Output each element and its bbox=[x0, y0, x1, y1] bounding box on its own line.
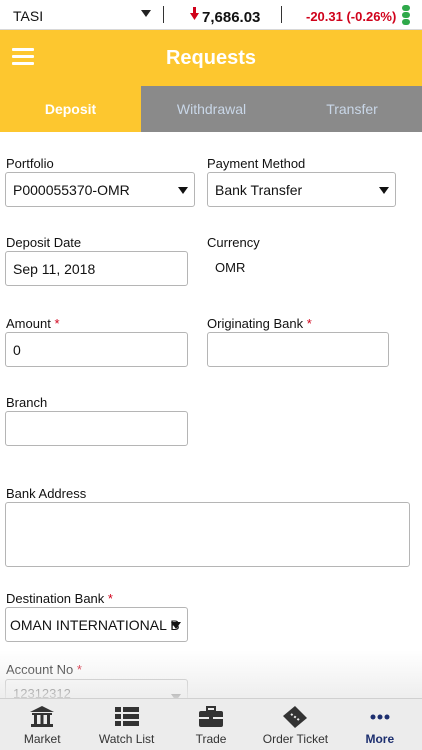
index-change: -20.31 (-0.26%) bbox=[306, 9, 397, 24]
nav-order-ticket-label: Order Ticket bbox=[262, 732, 329, 746]
nav-trade[interactable]: Trade bbox=[169, 699, 253, 750]
tab-withdrawal[interactable]: Withdrawal bbox=[141, 86, 282, 132]
destination-bank-label-text: Destination Bank bbox=[6, 591, 105, 606]
nav-trade-label: Trade bbox=[195, 732, 227, 746]
required-mark: * bbox=[107, 591, 113, 606]
amount-label: Amount * bbox=[6, 316, 60, 331]
ticket-icon bbox=[283, 706, 308, 728]
request-type-tabs: Deposit Withdrawal Transfer bbox=[0, 86, 422, 132]
required-mark: * bbox=[306, 316, 312, 331]
destination-bank-label: Destination Bank * bbox=[6, 591, 113, 606]
required-mark: * bbox=[76, 662, 82, 677]
nav-market[interactable]: Market bbox=[0, 699, 84, 750]
nav-order-ticket[interactable]: Order Ticket bbox=[253, 699, 337, 750]
deposit-date-label: Deposit Date bbox=[6, 235, 82, 250]
chevron-down-icon bbox=[379, 186, 389, 194]
list-icon bbox=[114, 707, 139, 726]
page-title: Requests bbox=[165, 47, 257, 69]
deposit-date-value: Sep 11, 2018 bbox=[13, 260, 96, 277]
nav-market-label: Market bbox=[23, 732, 61, 746]
more-icon bbox=[370, 714, 390, 720]
originating-bank-label: Originating Bank * bbox=[207, 316, 312, 331]
currency-value: OMR bbox=[215, 260, 246, 275]
destination-bank-value: OMAN INTERNATIONAL B bbox=[10, 616, 180, 633]
chevron-down-icon bbox=[171, 621, 181, 629]
originating-bank-input[interactable] bbox=[207, 332, 389, 367]
nav-watch-list-label: Watch List bbox=[98, 732, 155, 746]
chevron-down-icon[interactable] bbox=[141, 10, 151, 17]
deposit-date-field[interactable]: Sep 11, 2018 bbox=[5, 251, 188, 286]
app-header: Requests bbox=[0, 30, 422, 86]
branch-label: Branch bbox=[6, 395, 48, 410]
payment-method-label: Payment Method bbox=[207, 156, 306, 171]
connection-status-icon bbox=[402, 5, 410, 26]
divider bbox=[163, 6, 164, 23]
account-no-label: Account No * bbox=[6, 662, 82, 677]
destination-bank-select[interactable]: OMAN INTERNATIONAL B bbox=[5, 607, 188, 642]
ticker-symbol[interactable]: TASI bbox=[13, 8, 43, 24]
divider bbox=[281, 6, 282, 23]
portfolio-label: Portfolio bbox=[6, 156, 54, 171]
briefcase-icon bbox=[199, 706, 224, 727]
tab-deposit[interactable]: Deposit bbox=[0, 86, 141, 132]
bottom-navigation: Market Watch List Trade Order Ticket Mor… bbox=[0, 698, 422, 750]
amount-value: 0 bbox=[13, 341, 21, 358]
tab-transfer[interactable]: Transfer bbox=[282, 86, 422, 132]
payment-method-select[interactable]: Bank Transfer bbox=[207, 172, 396, 207]
branch-input[interactable] bbox=[5, 411, 188, 446]
nav-more-label: More bbox=[365, 732, 395, 746]
bank-address-label: Bank Address bbox=[6, 486, 87, 501]
amount-label-text: Amount bbox=[6, 316, 51, 331]
nav-more[interactable]: More bbox=[338, 699, 422, 750]
chevron-down-icon bbox=[178, 186, 188, 194]
required-mark: * bbox=[54, 316, 60, 331]
market-ticker-bar: TASI 7,686.03 -20.31 (-0.26%) bbox=[0, 0, 422, 30]
portfolio-select[interactable]: P000055370-OMR bbox=[5, 172, 195, 207]
nav-watch-list[interactable]: Watch List bbox=[84, 699, 168, 750]
amount-input[interactable]: 0 bbox=[5, 332, 188, 367]
bank-icon bbox=[30, 706, 55, 727]
index-value: 7,686.03 bbox=[202, 9, 261, 26]
payment-method-value: Bank Transfer bbox=[215, 181, 303, 198]
bank-address-textarea[interactable] bbox=[5, 502, 410, 567]
arrow-down-icon bbox=[190, 7, 199, 20]
currency-label: Currency bbox=[207, 235, 260, 250]
account-no-label-text: Account No bbox=[6, 662, 74, 677]
portfolio-value: P000055370-OMR bbox=[13, 181, 130, 198]
originating-bank-label-text: Originating Bank bbox=[207, 316, 304, 331]
